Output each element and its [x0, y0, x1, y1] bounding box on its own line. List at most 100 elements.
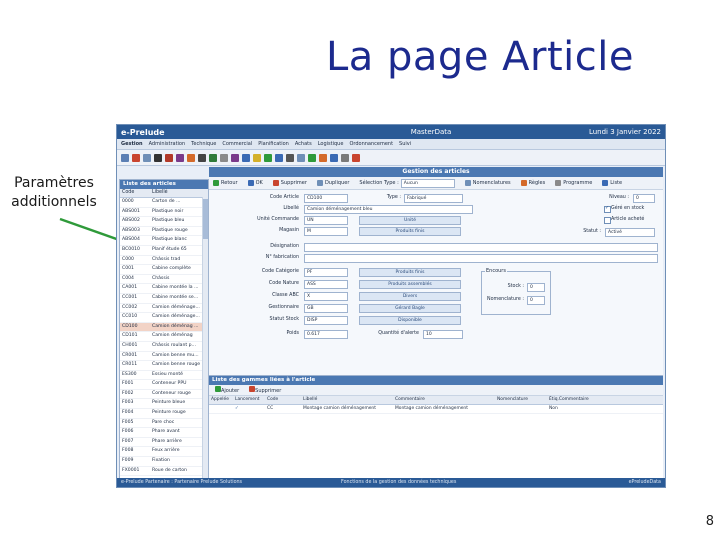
list-icon[interactable] [176, 153, 184, 162]
scroll-thumb[interactable] [203, 199, 208, 239]
quantite-alerte-input[interactable]: 10 [423, 330, 463, 339]
col-code[interactable]: Code [120, 189, 152, 197]
poids-input[interactable]: 0.617 [304, 330, 348, 339]
magasin-select[interactable]: M [304, 227, 348, 236]
list-item[interactable]: CC002 Camion déménage... [120, 304, 208, 314]
list-item[interactable]: F009 Fixation [120, 457, 208, 467]
unite-select[interactable]: UN [304, 216, 348, 225]
list-item[interactable]: C004 Châssis [120, 275, 208, 285]
col-etiq-commentaire[interactable]: Étiq.Commentaire [547, 396, 609, 404]
col-label[interactable]: Libellé [152, 189, 168, 197]
list-item[interactable]: CA001 Cabine montée la ... [120, 284, 208, 294]
article-icon[interactable] [154, 153, 162, 162]
categorie-select[interactable]: PF [304, 268, 348, 277]
list-item[interactable]: ABS004 Plastique blanc [120, 236, 208, 246]
book-icon[interactable] [165, 153, 173, 162]
code-article-input[interactable]: CD100 [304, 194, 348, 203]
nature-button[interactable]: Produits assemblés [359, 280, 461, 289]
alert-icon[interactable] [352, 153, 360, 162]
monitor-icon[interactable] [297, 153, 305, 162]
list-button[interactable]: Liste [602, 180, 622, 186]
menu-administration[interactable]: Administration [149, 141, 186, 147]
check-icon[interactable] [264, 153, 272, 162]
truck-icon[interactable] [319, 153, 327, 162]
encours-stock-input[interactable]: 0 [527, 283, 545, 292]
list-item[interactable]: BC0010 Planif étude 65 [120, 246, 208, 256]
list-item[interactable]: C000 Châssis trad [120, 256, 208, 266]
ok-button[interactable]: OK [247, 180, 263, 186]
duplicate-button[interactable]: Dupliquer [316, 180, 349, 186]
menu-ordonnancement[interactable]: Ordonnancement [349, 141, 393, 147]
nfab-input[interactable] [304, 254, 658, 263]
tag-icon[interactable] [341, 153, 349, 162]
remove-gamme-button[interactable]: Supprimer [249, 386, 281, 394]
encours-nomenclature-input[interactable]: 0 [527, 296, 545, 305]
col-commentaire[interactable]: Commentaire [393, 396, 495, 404]
list-item[interactable]: 0000 Carton de ... [120, 198, 208, 208]
menu-suivi[interactable]: Suivi [399, 141, 411, 147]
list-item[interactable]: CD101 Camion déménag [120, 332, 208, 342]
list-item[interactable]: CC001 Cabine montée se... [120, 294, 208, 304]
delete-button[interactable]: Supprimer [272, 180, 307, 186]
document-icon[interactable] [143, 153, 151, 162]
menu-planification[interactable]: Planification [258, 141, 289, 147]
type-select[interactable]: Fabriqué [404, 194, 463, 203]
table-row[interactable]: ✓ CC Montage camion déménagement Montage… [209, 405, 663, 414]
articles-scrollbar[interactable] [202, 197, 208, 479]
list-item[interactable]: ABS001 Plastique noir [120, 208, 208, 218]
print-icon[interactable] [132, 153, 140, 162]
network-icon[interactable] [330, 153, 338, 162]
list-item[interactable]: CC010 Camion déménage... [120, 313, 208, 323]
col-appelee[interactable]: Appelée [209, 396, 233, 404]
list-item[interactable]: F004 Peinture rouge [120, 409, 208, 419]
list-item[interactable]: ABS002 Plastique bleu [120, 217, 208, 227]
list-item[interactable]: F008 Feux arrière [120, 447, 208, 458]
designation-input[interactable] [304, 243, 658, 252]
menu-logistique[interactable]: Logistique [318, 141, 344, 147]
back-button[interactable]: Retour [213, 180, 238, 186]
list-item[interactable]: F001 Conteneur PPU [120, 380, 208, 390]
stock-status-select[interactable]: DISP [304, 316, 348, 325]
settings-icon[interactable] [286, 153, 294, 162]
program-button[interactable]: Programme [555, 180, 592, 186]
list-item[interactable]: CR001 Camion benne mu... [120, 352, 208, 362]
libelle-input[interactable]: Camion déménagement bleu [304, 205, 473, 214]
plant-icon[interactable] [308, 153, 316, 162]
abc-button[interactable]: Divers [359, 292, 461, 301]
list-item[interactable]: CD100 Camion déménag ... [120, 322, 208, 333]
grid-icon[interactable] [198, 153, 206, 162]
list-item[interactable]: FX0001 Roue de carton [120, 467, 208, 477]
niveau-input[interactable]: 0 [633, 194, 655, 203]
list-item[interactable]: F002 Conteneur rouge [120, 390, 208, 400]
menu-commercial[interactable]: Commercial [222, 141, 252, 147]
list-item[interactable]: ABS003 Plastique rouge [120, 227, 208, 237]
abc-select[interactable]: X [304, 292, 348, 301]
list-item[interactable]: C001 Cabine complète [120, 265, 208, 275]
calendar-icon[interactable] [220, 153, 228, 162]
user-icon[interactable] [275, 153, 283, 162]
tools-icon[interactable] [187, 153, 195, 162]
list-item[interactable]: CR011 Camion benne rouge [120, 361, 208, 371]
categorie-button[interactable]: Produits finis [359, 268, 461, 277]
gere-stock-checkbox[interactable] [604, 205, 611, 213]
statut-select[interactable]: Activé [605, 228, 655, 237]
menu-gestion[interactable]: Gestion [121, 141, 143, 147]
folder-icon[interactable] [253, 153, 261, 162]
gestionnaire-button[interactable]: Gérard Bagle [359, 304, 461, 313]
col-code[interactable]: Code [265, 396, 301, 404]
list-item[interactable]: CH001 Châssis roulant p... [120, 342, 208, 352]
menu-achats[interactable]: Achats [295, 141, 312, 147]
home-icon[interactable] [121, 153, 129, 162]
nature-select[interactable]: ASS [304, 280, 348, 289]
selection-select[interactable]: Aucun [400, 178, 455, 188]
list-item[interactable]: F006 Phare avant [120, 428, 208, 438]
list-item[interactable]: F003 Peinture bleue [120, 399, 208, 410]
stock-status-button[interactable]: Disponible [359, 316, 461, 325]
list-item[interactable]: F007 Phare arrière [120, 438, 208, 448]
unite-button[interactable]: Unité [359, 216, 461, 225]
nomenclature-button[interactable]: Nomenclatures [464, 180, 511, 186]
list-item[interactable]: ES300 Essieu monté [120, 371, 208, 381]
add-gamme-button[interactable]: Ajouter [215, 386, 239, 394]
col-lancement[interactable]: Lancement [233, 396, 265, 404]
table-icon[interactable] [242, 153, 250, 162]
